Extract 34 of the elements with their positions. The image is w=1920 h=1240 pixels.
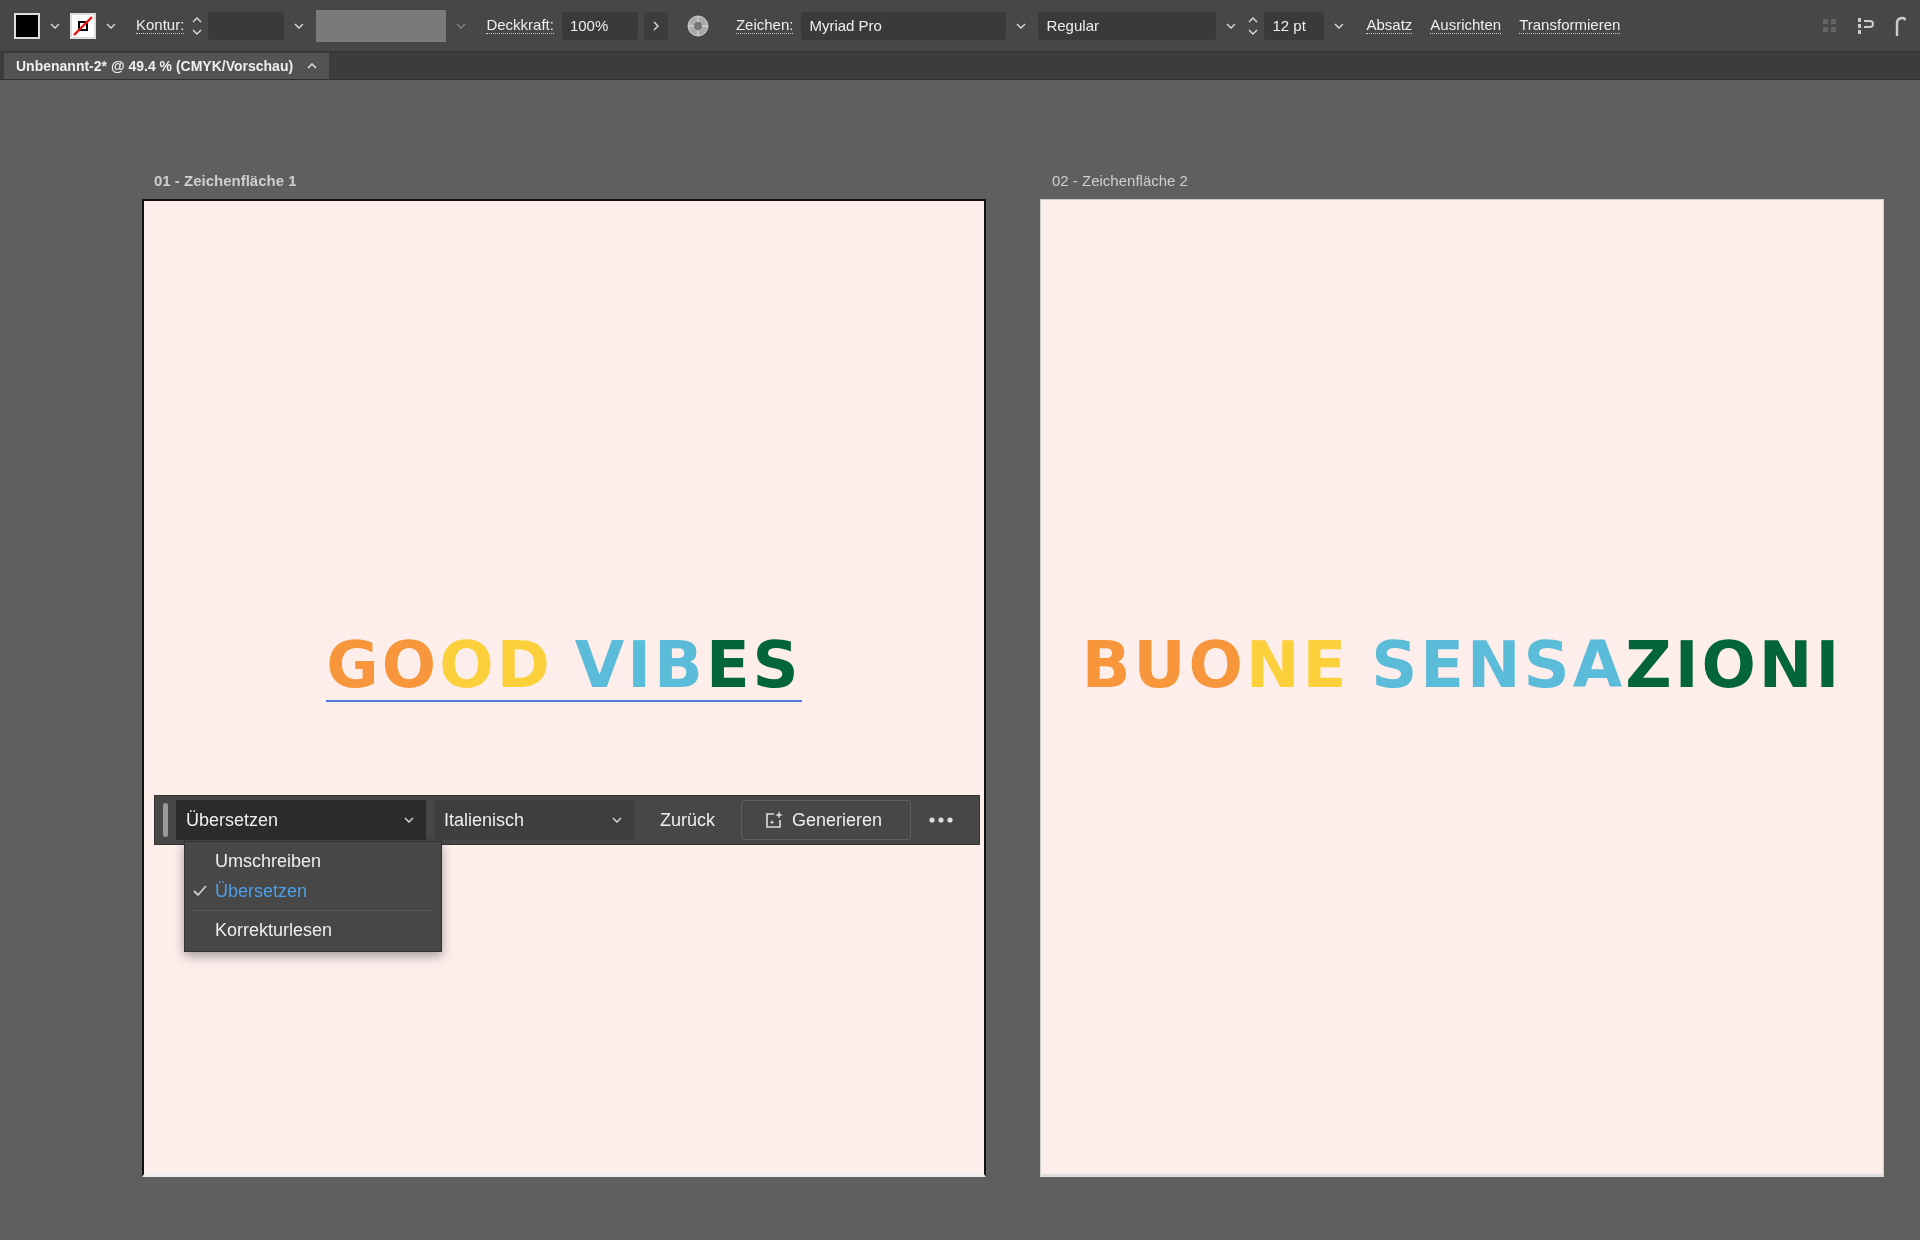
stroke-label[interactable]: Kontur: [136,17,185,34]
language-dropdown[interactable]: Italienisch [434,800,634,840]
grid-icon[interactable] [1822,17,1838,34]
back-button[interactable]: Zurück [642,800,733,840]
panel-link[interactable]: Transformieren [1519,17,1621,34]
style-field[interactable] [316,9,447,42]
artboard-label[interactable]: 01 - Zeichenfläche 1 [142,172,297,189]
headline-word: GOOD [326,629,553,700]
sparkle-icon [764,810,784,830]
panel-link[interactable]: Ausrichten [1430,17,1502,34]
headline-word: VIB ES [574,629,802,700]
hook-icon[interactable] [1894,15,1906,36]
chevron-up-icon[interactable] [307,63,318,69]
character-label[interactable]: Zeichen: [735,17,794,34]
mode-dropdown[interactable]: Übersetzen [176,800,426,840]
opacity-field[interactable]: 100% [561,11,638,40]
stroke-swatch[interactable] [70,12,96,39]
panel-link[interactable]: Absatz [1366,17,1413,34]
document-title: Unbenannt-2* @ 49.4 % (CMYK/Vorschau) [16,58,294,74]
headline-word: BUONE [1081,630,1350,700]
headline-word: SENSAZIONI [1371,630,1843,700]
opacity-label[interactable]: Deckkraft: [486,17,554,34]
generate-button[interactable]: Generieren [741,800,912,840]
artboard-label[interactable]: 02 - Zeichenfläche 2 [1040,172,1188,189]
chevron-right-icon[interactable] [643,11,668,40]
font-size-field[interactable]: 12 pt [1264,11,1325,40]
menu-item[interactable]: Umschreiben [185,846,441,876]
document-tab[interactable]: Unbenannt-2* @ 49.4 % (CMYK/Vorschau) [4,53,330,79]
font-family-field[interactable]: Myriad Pro [801,11,1007,40]
font-style-field[interactable]: Regular [1038,11,1217,40]
fill-swatch[interactable] [14,12,40,39]
more-icon[interactable] [929,817,954,823]
menu-item[interactable]: Korrekturlesen [185,915,441,945]
grip-handle[interactable] [163,803,168,837]
